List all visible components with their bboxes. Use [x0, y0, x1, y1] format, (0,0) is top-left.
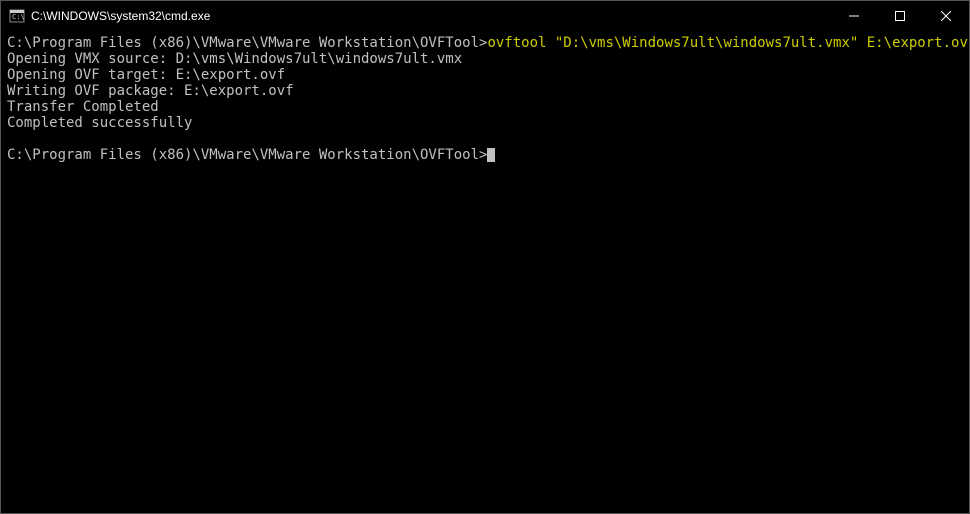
terminal-output: Writing OVF package: E:\export.ovf: [7, 83, 963, 99]
minimize-button[interactable]: [831, 1, 877, 31]
terminal-output: Transfer Completed: [7, 99, 963, 115]
cursor: [487, 148, 495, 162]
terminal-blank: [7, 131, 963, 147]
terminal-line: C:\Program Files (x86)\VMware\VMware Wor…: [7, 147, 963, 163]
cmd-icon: C:\: [9, 8, 25, 24]
terminal-output: Opening VMX source: D:\vms\Windows7ult\w…: [7, 51, 963, 67]
terminal-line: C:\Program Files (x86)\VMware\VMware Wor…: [7, 35, 963, 51]
cmd-window: C:\ C:\WINDOWS\system32\cmd.exe C:\Progr…: [0, 0, 970, 514]
terminal-output: Opening OVF target: E:\export.ovf: [7, 67, 963, 83]
svg-text:C:\: C:\: [12, 13, 25, 21]
close-button[interactable]: [923, 1, 969, 31]
command-text: ovftool "D:\vms\Windows7ult\windows7ult.…: [487, 35, 969, 51]
terminal-area[interactable]: C:\Program Files (x86)\VMware\VMware Wor…: [1, 31, 969, 513]
prompt: C:\Program Files (x86)\VMware\VMware Wor…: [7, 35, 487, 51]
titlebar[interactable]: C:\ C:\WINDOWS\system32\cmd.exe: [1, 1, 969, 31]
window-controls: [831, 1, 969, 31]
terminal-output: Completed successfully: [7, 115, 963, 131]
prompt: C:\Program Files (x86)\VMware\VMware Wor…: [7, 147, 487, 163]
maximize-button[interactable]: [877, 1, 923, 31]
window-title: C:\WINDOWS\system32\cmd.exe: [31, 9, 210, 23]
